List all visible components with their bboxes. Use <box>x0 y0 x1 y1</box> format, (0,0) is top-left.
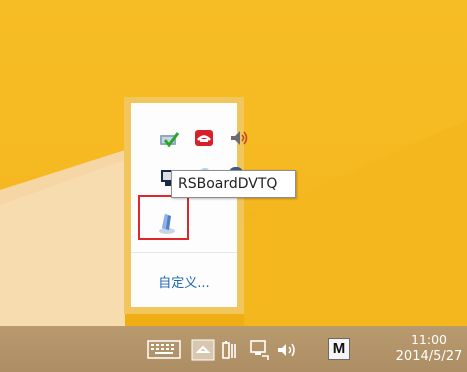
customize-link[interactable]: 自定义... <box>131 272 237 291</box>
clock-time: 11:00 <box>410 332 448 347</box>
network-status-icon[interactable] <box>249 339 271 361</box>
clock-date: 2014/5/27 <box>395 349 463 364</box>
touch-keyboard-icon[interactable] <box>147 340 181 360</box>
show-hidden-icons-button[interactable] <box>191 339 215 361</box>
security-check-icon[interactable] <box>159 129 181 149</box>
taskbar-clock[interactable]: 11:00 2014/5/27 <box>394 331 464 365</box>
volume-icon[interactable] <box>229 129 249 147</box>
taskbar-volume-icon[interactable] <box>276 341 298 359</box>
tray-divider <box>131 252 237 253</box>
tooltip: RSBoardDVTQ <box>171 170 296 198</box>
remote-connection-icon[interactable] <box>194 129 214 147</box>
tooltip-text: RSBoardDVTQ <box>178 176 278 192</box>
power-battery-icon[interactable] <box>221 339 239 361</box>
ime-label: M <box>332 340 346 357</box>
selection-highlight-box <box>138 195 189 240</box>
ime-indicator[interactable]: M <box>328 338 350 360</box>
